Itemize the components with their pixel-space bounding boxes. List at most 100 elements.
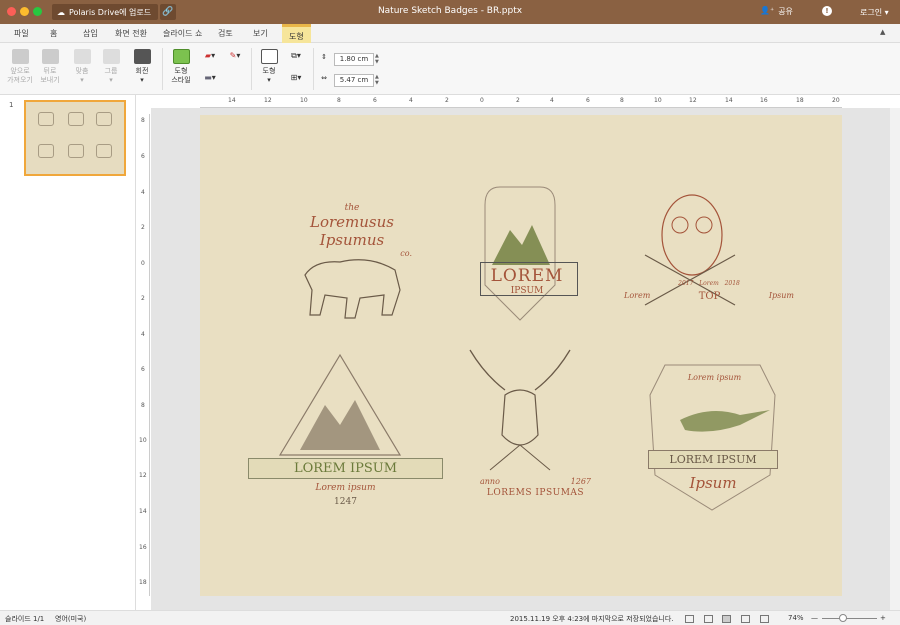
ruler-number: 6	[586, 97, 590, 104]
shape-style-label-2: 스타일	[171, 76, 191, 84]
tab-view[interactable]: 보기	[253, 28, 268, 39]
deer-illustration	[469, 349, 571, 471]
width-field[interactable]: 5.47 cm	[334, 74, 374, 87]
mountain-shield-badge[interactable]	[480, 185, 560, 323]
save-status: 2015.11.19 오후 4:23에 마지막으로 저장되었습니다.	[510, 615, 674, 623]
outline-view-icon[interactable]	[722, 615, 731, 623]
badge-year: 1247	[334, 497, 357, 507]
ruler-number: 10	[300, 97, 308, 104]
badge-mountain-left[interactable]: LOREM IPSUM Lorem ipsum 1247	[248, 458, 443, 507]
badge-pheasant[interactable]: LOREM IPSUM Ipsum	[648, 450, 778, 492]
normal-view-icon[interactable]	[704, 615, 713, 623]
badge-text: Ipsumus	[319, 231, 385, 249]
shadow-button[interactable]: ▬▾	[200, 73, 220, 82]
rotate-button[interactable]: 회전 ▾	[130, 49, 154, 85]
thumb-badge	[38, 112, 54, 126]
send-backward-label-1: 뒤로	[43, 67, 57, 75]
zoom-in-button[interactable]: +	[880, 614, 886, 622]
badge-sub: Ipsum	[689, 474, 737, 492]
bring-forward-button[interactable]: 앞으로 가져오기	[6, 49, 34, 85]
width-stepper[interactable]: ▲ ▼	[375, 74, 379, 86]
crop-button[interactable]: ⊞▾	[286, 73, 306, 82]
badge-title: LOREMS IPSUMAS	[486, 488, 585, 498]
save-icon[interactable]	[685, 615, 694, 623]
slide-count: 슬라이드 1/1	[5, 615, 45, 623]
selection-frame[interactable]	[480, 262, 578, 296]
mountain-triangle-badge	[278, 353, 402, 456]
ruler-number: 8	[141, 117, 145, 124]
tab-shape[interactable]: 도형	[282, 24, 311, 43]
group-button[interactable]: 그룹 ▾	[100, 49, 122, 85]
tab-review[interactable]: 검토	[218, 28, 233, 39]
add-user-icon: 👤⁺	[760, 6, 775, 15]
ruler-number: 12	[689, 97, 697, 104]
slide-thumbnail[interactable]	[24, 100, 126, 176]
height-field[interactable]: 1.80 cm	[334, 53, 374, 66]
badge-owl[interactable]: 2017 Lorem 2018 Lorem TOP Ipsum	[624, 280, 794, 302]
horizontal-ruler: 14 12 10 8 6 4 2 0 2 4 6 8 10 12 14 16 1…	[200, 95, 842, 108]
status-bar: 슬라이드 1/1 영어(미국) 2015.11.19 오후 4:23에 마지막으…	[0, 610, 900, 625]
send-backward-label-2: 보내기	[40, 76, 60, 84]
language-indicator[interactable]: 영어(미국)	[55, 614, 86, 624]
badge-title: LOREM IPSUM	[648, 450, 778, 469]
ruler-number: 2	[445, 97, 449, 104]
badge-title: LOREM IPSUM	[248, 458, 443, 479]
slide-sorter-icon[interactable]	[741, 615, 750, 623]
vertical-scrollbar[interactable]	[890, 108, 900, 610]
ruler-number: 8	[337, 97, 341, 104]
badge-text: the	[344, 203, 360, 213]
slideshow-icon[interactable]	[760, 615, 769, 623]
slide-number: 1	[9, 101, 14, 109]
ribbon-divider	[313, 48, 314, 90]
badge-owl-numbers: 2017 Lorem 2018	[624, 280, 794, 287]
ruler-number: 2	[141, 295, 145, 302]
fill-color-button[interactable]: ▰▾	[200, 51, 220, 60]
ruler-number: 2	[141, 224, 145, 231]
shape-style-button[interactable]: 도형 스타일	[168, 49, 194, 85]
badge-text: 2017	[678, 280, 694, 287]
height-stepper[interactable]: ▲ ▼	[375, 53, 379, 65]
tab-file[interactable]: 파일	[14, 28, 29, 39]
ribbon-divider	[251, 48, 252, 90]
info-icon[interactable]: !	[822, 6, 832, 16]
fill-color-icon: ▰	[204, 51, 212, 60]
slide[interactable]: the Loremusus Ipsumus co. LOREM IPSUM 20…	[200, 115, 842, 596]
zoom-slider[interactable]	[822, 618, 877, 619]
tab-transitions[interactable]: 화면 전환	[115, 28, 147, 39]
group-icon	[102, 49, 120, 64]
ruler-number: 18	[796, 97, 804, 104]
shadow-icon: ▬	[204, 73, 212, 82]
tab-insert[interactable]: 삽입	[83, 28, 98, 39]
tab-home[interactable]: 홈	[50, 28, 57, 39]
width-icon: ⇔	[321, 74, 327, 82]
zoom-slider-handle[interactable]	[839, 614, 847, 622]
ruler-number: 14	[139, 508, 147, 515]
shape-button[interactable]: 도형 ▾	[256, 49, 282, 85]
align-icon	[73, 49, 91, 64]
ruler-number: 16	[139, 544, 147, 551]
ruler-number: 2	[516, 97, 520, 104]
ruler-number: 16	[760, 97, 768, 104]
login-button[interactable]: 로그인 ▾	[860, 7, 889, 18]
align-button[interactable]: 맞춤 ▾	[70, 49, 94, 85]
share-button[interactable]: 👤⁺ 공유	[760, 6, 793, 17]
line-color-button[interactable]: ✎▾	[225, 51, 245, 60]
zoom-level[interactable]: 74%	[788, 614, 804, 622]
group-chevron-icon: ▾	[109, 76, 113, 84]
arrange-button[interactable]: ⧉▾	[286, 51, 306, 60]
thumb-badge	[38, 144, 54, 158]
tab-slideshow[interactable]: 슬라이드 쇼	[163, 28, 202, 39]
ruler-number: 8	[141, 402, 145, 409]
zoom-out-button[interactable]: —	[811, 614, 818, 622]
badge-text: TOP	[698, 291, 721, 302]
height-icon: ⇕	[321, 53, 327, 61]
collapse-ribbon-icon[interactable]: ▲	[880, 28, 885, 36]
thumb-badge	[96, 112, 112, 126]
ruler-number: 0	[480, 97, 484, 104]
ribbon-divider	[162, 48, 163, 90]
send-backward-button[interactable]: 뒤로 보내기	[37, 49, 63, 85]
badge-text: Loremusus	[310, 213, 394, 231]
align-chevron-icon: ▾	[80, 76, 84, 84]
badge-deer[interactable]: anno 1267 LOREMS IPSUMAS	[468, 477, 603, 498]
ruler-number: 4	[141, 331, 145, 338]
